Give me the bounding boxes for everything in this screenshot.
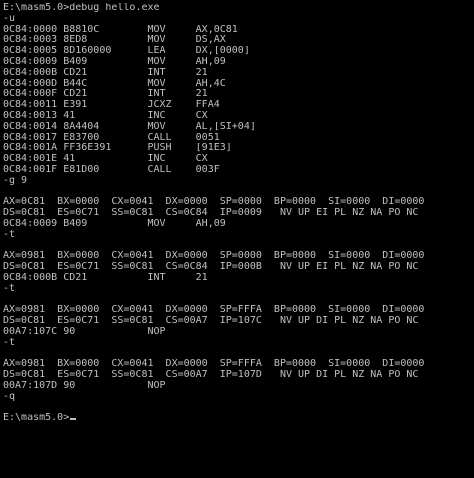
disassembly-line: 0C84:0017 E83700 CALL 0051 — [3, 132, 220, 143]
command-line: -g 9 — [3, 175, 28, 186]
disassembly-line: 0C84:001A FF36E391 PUSH [91E3] — [3, 143, 232, 154]
console-window[interactable]: E:\masm5.0>debug hello.exe -u 0C84:0000 … — [0, 0, 474, 478]
prompt-line[interactable]: E:\masm5.0> — [3, 413, 474, 424]
register-line: AX=0981 BX=0000 CX=0041 DX=0000 SP=FFFA … — [3, 359, 425, 370]
disassembly-line: 0C84:001F E81D00 CALL 003F — [3, 164, 220, 175]
disassembly-line: 0C84:0013 41 INC CX — [3, 110, 208, 121]
disassembly-line: 0C84:000F CD21 INT 21 — [3, 89, 208, 100]
command-line: -u — [3, 13, 16, 24]
prompt-text: E:\masm5.0> — [3, 413, 70, 424]
register-line: AX=0981 BX=0000 CX=0041 DX=0000 SP=0000 … — [3, 251, 425, 262]
disassembly-line: 0C84:0009 B409 MOV AH,09 — [3, 218, 226, 229]
disassembly-line: 0C84:0009 B409 MOV AH,09 — [3, 56, 226, 67]
command-line: -t — [3, 229, 16, 240]
disassembly-line: 0C84:0011 E391 JCXZ FFA4 — [3, 100, 220, 111]
disassembly-line: 00A7:107C 90 NOP — [3, 326, 166, 337]
text-cursor — [70, 418, 77, 421]
register-line: AX=0C81 BX=0000 CX=0041 DX=0000 SP=0000 … — [3, 197, 425, 208]
register-line: DS=0C81 ES=0C71 SS=0C81 CS=0C84 IP=000B … — [3, 262, 419, 273]
register-line: DS=0C81 ES=0C71 SS=0C81 CS=00A7 IP=107D … — [3, 370, 419, 381]
command-line: -t — [3, 337, 16, 348]
disassembly-line: 0C84:001E 41 INC CX — [3, 154, 208, 165]
disassembly-line: 0C84:0000 B8810C MOV AX,0C81 — [3, 24, 238, 35]
register-line: AX=0981 BX=0000 CX=0041 DX=0000 SP=FFFA … — [3, 305, 425, 316]
disassembly-line: 0C84:0003 8ED8 MOV DS,AX — [3, 35, 226, 46]
command-line: -t — [3, 283, 16, 294]
register-line: DS=0C81 ES=0C71 SS=0C81 CS=00A7 IP=107C … — [3, 316, 419, 327]
disassembly-line: 0C84:000D B44C MOV AH,4C — [3, 78, 226, 89]
disassembly-line: 0C84:000B CD21 INT 21 — [3, 67, 208, 78]
disassembly-line: 0C84:0005 8D160000 LEA DX,[0000] — [3, 46, 250, 57]
disassembly-line: 0C84:000B CD21 INT 21 — [3, 272, 208, 283]
command-line: -q — [3, 391, 16, 402]
disassembly-line: 00A7:107D 90 NOP — [3, 380, 166, 391]
disassembly-line: 0C84:0014 8A4404 MOV AL,[SI+04] — [3, 121, 256, 132]
register-line: DS=0C81 ES=0C71 SS=0C81 CS=0C84 IP=0009 … — [3, 208, 419, 219]
command-line: E:\masm5.0>debug hello.exe — [3, 3, 160, 13]
